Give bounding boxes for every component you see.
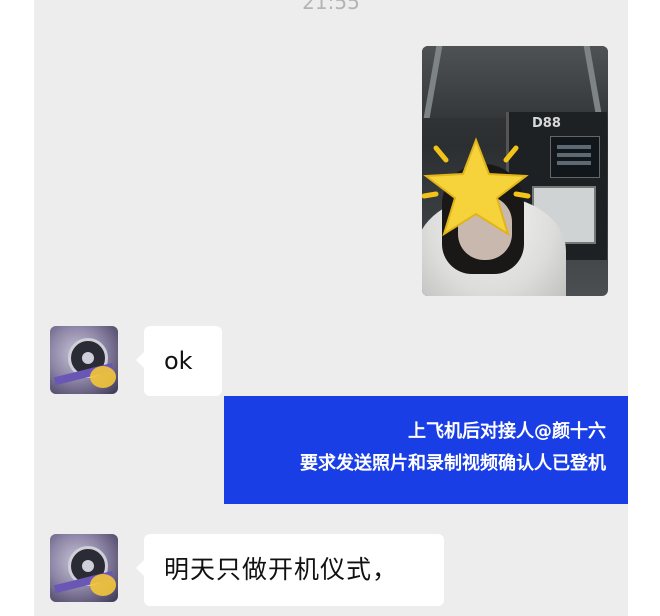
avatar-glow: [90, 366, 116, 388]
sent-photo-message[interactable]: D88: [422, 46, 608, 296]
photo-ceiling: [422, 46, 608, 118]
annotation-banner: 上飞机后对接人@颜十六 要求发送照片和录制视频确认人已登机: [224, 396, 628, 504]
chat-area[interactable]: 21:55 D88 ok 明天只做开机仪式， 上飞机后对接人@颜十六 要求发送照…: [34, 0, 628, 616]
avatar-glow: [90, 574, 116, 596]
annotation-line-1: 上飞机后对接人@颜十六: [408, 421, 606, 442]
message-bubble[interactable]: ok: [136, 326, 222, 396]
contact-avatar[interactable]: [50, 326, 118, 394]
contact-avatar[interactable]: [50, 534, 118, 602]
annotation-line-2: 要求发送照片和录制视频确认人已登机: [300, 453, 606, 474]
screenshot-frame: 21:55 D88 ok 明天只做开机仪式， 上飞机后对接人@颜十六 要求发送照…: [0, 0, 660, 616]
message-timestamp: 21:55: [302, 0, 360, 14]
photo-gate-label: D88: [532, 116, 561, 131]
photo-display-screen: [550, 136, 600, 178]
message-bubble[interactable]: 明天只做开机仪式，: [136, 534, 444, 606]
star-icon: [422, 130, 536, 250]
